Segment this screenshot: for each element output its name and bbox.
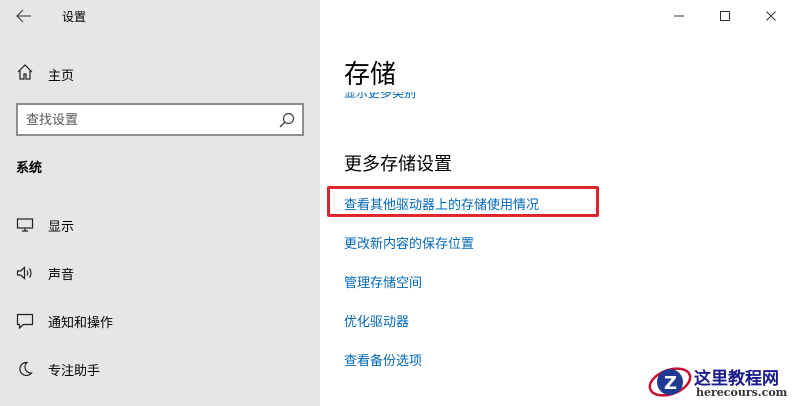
sidebar-item-label: 主页 xyxy=(48,68,75,84)
sidebar-item-display[interactable]: 显示 xyxy=(16,213,74,237)
maximize-icon xyxy=(720,11,730,21)
watermark-logo-icon: Z xyxy=(644,360,692,404)
show-more-categories-label: 显示更多类别 xyxy=(344,92,417,100)
monitor-icon xyxy=(16,216,34,234)
sidebar-item-focus-assist[interactable]: 专注助手 xyxy=(16,357,100,381)
sidebar: 设置 主页 系统 显示 声音 通知和操作 专注助手 xyxy=(0,0,320,406)
arrow-left-icon xyxy=(16,9,31,23)
sidebar-item-label: 声音 xyxy=(48,267,75,283)
close-button[interactable] xyxy=(748,0,794,32)
search-icon[interactable] xyxy=(278,111,296,129)
watermark: Z 这里教程网 herecours.com xyxy=(644,360,790,404)
close-icon xyxy=(766,11,776,21)
moon-icon xyxy=(16,360,34,378)
sidebar-item-label: 专注助手 xyxy=(48,363,101,379)
home-icon xyxy=(16,63,34,85)
speaker-icon xyxy=(16,264,34,282)
optimize-drives-link[interactable]: 优化驱动器 xyxy=(344,311,409,330)
maximize-button[interactable] xyxy=(702,0,748,32)
show-more-categories-link[interactable]: 显示更多类别 xyxy=(344,92,416,104)
sidebar-item-sound[interactable]: 声音 xyxy=(16,261,74,285)
change-save-location-link[interactable]: 更改新内容的保存位置 xyxy=(344,233,474,252)
window-controls xyxy=(656,0,794,32)
section-title: 系统 xyxy=(16,161,43,176)
back-button[interactable] xyxy=(12,4,36,28)
app-title: 设置 xyxy=(62,10,87,24)
main-panel: 存储 显示更多类别 更多存储设置 查看其他驱动器上的存储使用情况 更改新内容的保… xyxy=(320,0,794,406)
page-title: 存储 xyxy=(344,60,397,90)
svg-text:Z: Z xyxy=(664,373,677,394)
view-backup-options-link[interactable]: 查看备份选项 xyxy=(344,350,422,369)
more-storage-settings-heading: 更多存储设置 xyxy=(344,154,452,175)
sidebar-item-notifications[interactable]: 通知和操作 xyxy=(16,309,113,333)
minimize-icon xyxy=(674,15,684,17)
minimize-button[interactable] xyxy=(656,0,702,32)
watermark-url: herecours.com xyxy=(696,386,788,399)
highlight-box xyxy=(327,186,599,217)
search-field[interactable] xyxy=(16,103,304,136)
sidebar-item-label: 显示 xyxy=(48,219,75,235)
message-icon xyxy=(16,312,34,330)
search-input[interactable] xyxy=(26,110,266,130)
sidebar-item-label: 通知和操作 xyxy=(48,315,114,331)
manage-storage-spaces-link[interactable]: 管理存储空间 xyxy=(344,272,422,291)
sidebar-item-home[interactable]: 主页 xyxy=(16,62,74,86)
